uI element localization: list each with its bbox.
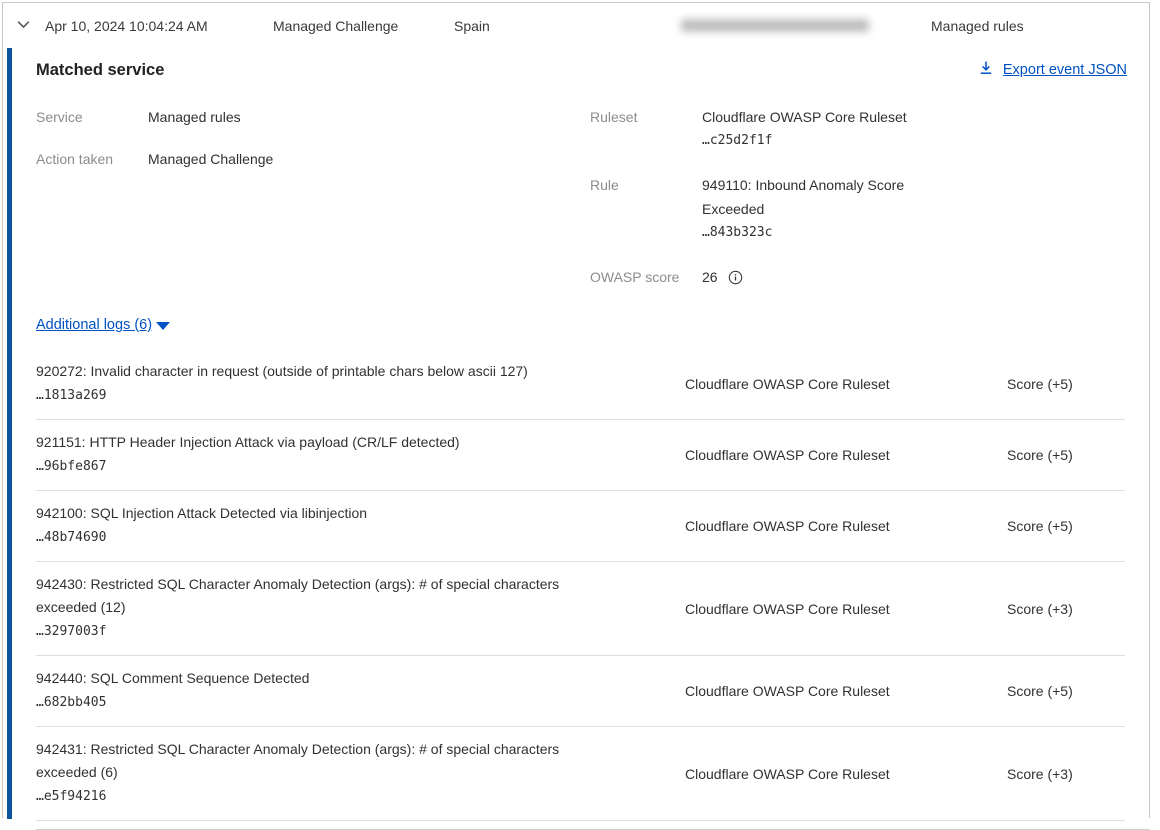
field-service: Service Managed rules	[36, 105, 590, 129]
log-rule-id: …682bb405	[36, 691, 640, 715]
event-detail-panel: Matched service Export event JSON Servic…	[7, 48, 1149, 819]
log-rule-id: …3297003f	[36, 620, 640, 644]
ruleset-id: …c25d2f1f	[702, 129, 952, 153]
log-rule-description: 942440: SQL Comment Sequence Detected	[36, 667, 621, 690]
log-ruleset-name: Cloudflare OWASP Core Ruleset	[685, 766, 1007, 782]
caret-down-icon	[156, 322, 170, 330]
field-owasp-score: OWASP score 26	[590, 265, 1149, 289]
log-rule-description: 942430: Restricted SQL Character Anomaly…	[36, 573, 621, 619]
log-rule-id: …48b74690	[36, 526, 640, 550]
log-row: 921151: HTTP Header Injection Attack via…	[36, 420, 1125, 491]
info-icon[interactable]	[728, 270, 743, 285]
download-icon	[978, 60, 994, 80]
field-label: OWASP score	[590, 265, 702, 289]
event-action: Managed Challenge	[273, 18, 454, 34]
field-rule: Rule 949110: Inbound Anomaly Score Excee…	[590, 173, 1149, 245]
export-event-json-label: Export event JSON	[1003, 62, 1127, 78]
log-score: Score (+5)	[1007, 376, 1125, 392]
export-event-json-link[interactable]: Export event JSON	[978, 60, 1127, 80]
event-summary-row[interactable]: Apr 10, 2024 10:04:24 AM Managed Challen…	[3, 3, 1149, 48]
chevron-expand[interactable]	[15, 16, 45, 36]
log-row: 942430: Restricted SQL Character Anomaly…	[36, 562, 1125, 656]
log-row: 942440: SQL Comment Sequence Detected …6…	[36, 656, 1125, 727]
field-label: Rule	[590, 173, 702, 245]
rule-id: …843b323c	[702, 221, 952, 245]
log-score: Score (+5)	[1007, 518, 1125, 534]
log-ruleset-name: Cloudflare OWASP Core Ruleset	[685, 376, 1007, 392]
log-ruleset-name: Cloudflare OWASP Core Ruleset	[685, 518, 1007, 534]
log-score: Score (+5)	[1007, 683, 1125, 699]
field-label: Service	[36, 105, 148, 129]
log-rule-description: 942100: SQL Injection Attack Detected vi…	[36, 502, 621, 525]
ruleset-name: Cloudflare OWASP Core Ruleset	[702, 105, 952, 129]
matched-service-fields: Service Managed rules Action taken Manag…	[36, 105, 1149, 289]
log-row: 942431: Restricted SQL Character Anomaly…	[36, 727, 1125, 821]
log-score: Score (+3)	[1007, 766, 1125, 782]
field-action-taken: Action taken Managed Challenge	[36, 147, 590, 171]
field-label: Action taken	[36, 147, 148, 171]
event-country: Spain	[454, 18, 681, 34]
field-ruleset: Ruleset Cloudflare OWASP Core Ruleset …c…	[590, 105, 1149, 153]
field-value: Managed Challenge	[148, 147, 273, 171]
field-label: Ruleset	[590, 105, 702, 153]
redacted-host-value	[681, 19, 869, 32]
log-rule-description: 920272: Invalid character in request (ou…	[36, 360, 621, 383]
additional-logs-table: 920272: Invalid character in request (ou…	[36, 349, 1125, 821]
owasp-score-value: 26	[702, 265, 718, 289]
log-score: Score (+3)	[1007, 601, 1125, 617]
log-rule-id: …e5f94216	[36, 785, 640, 809]
additional-logs-label: Additional logs (6)	[36, 317, 152, 333]
field-value: Managed rules	[148, 105, 241, 129]
panel-title: Matched service	[36, 61, 164, 80]
log-ruleset-name: Cloudflare OWASP Core Ruleset	[685, 447, 1007, 463]
additional-logs-toggle[interactable]: Additional logs (6)	[36, 317, 170, 333]
log-ruleset-name: Cloudflare OWASP Core Ruleset	[685, 601, 1007, 617]
log-rule-id: …96bfe867	[36, 455, 640, 479]
rule-name: 949110: Inbound Anomaly Score Exceeded	[702, 173, 952, 221]
chevron-down-icon	[15, 16, 32, 36]
log-row: 920272: Invalid character in request (ou…	[36, 349, 1125, 420]
log-row: 942100: SQL Injection Attack Detected vi…	[36, 491, 1125, 562]
log-rule-description: 942431: Restricted SQL Character Anomaly…	[36, 738, 621, 784]
security-events-list: Apr 10, 2024 10:04:24 AM Managed Challen…	[2, 2, 1150, 818]
log-rule-description: 921151: HTTP Header Injection Attack via…	[36, 431, 621, 454]
event-service: Managed rules	[931, 18, 1024, 34]
log-ruleset-name: Cloudflare OWASP Core Ruleset	[685, 683, 1007, 699]
log-score: Score (+5)	[1007, 447, 1125, 463]
event-timestamp: Apr 10, 2024 10:04:24 AM	[45, 18, 273, 34]
log-rule-id: …1813a269	[36, 384, 640, 408]
